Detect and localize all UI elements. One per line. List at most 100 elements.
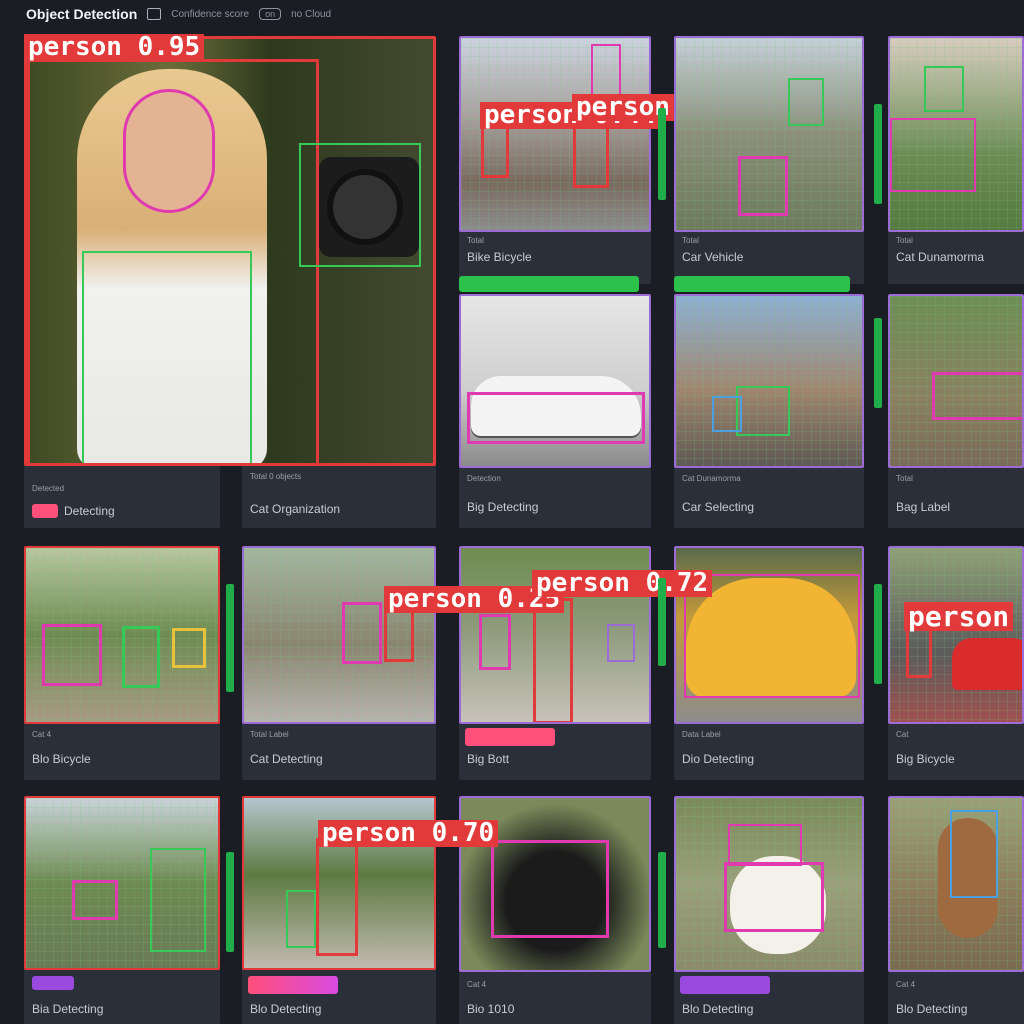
detection-card-crosswalk[interactable]: Total Label Cat Detecting xyxy=(242,546,436,780)
card-meta: Cat Dunamorma xyxy=(682,474,741,483)
card-status: Bio 1010 xyxy=(467,1002,515,1016)
card-meta: Cat xyxy=(896,730,909,739)
card-meta: Total Label xyxy=(250,730,289,739)
card-status: Big Bott xyxy=(467,752,510,766)
top-bar: Object Detection Confidence score on no … xyxy=(0,0,1024,28)
person-box xyxy=(384,608,414,662)
detection-card-puppy[interactable]: Cat 4 Blo Detecting xyxy=(888,796,1024,1024)
card-status: Big Detecting xyxy=(467,500,539,514)
label-person-070: person 0.70 xyxy=(318,819,499,848)
person-box xyxy=(481,124,509,178)
detection-card-square[interactable]: Bia Detecting xyxy=(24,796,220,1024)
status-pill xyxy=(465,728,555,746)
dog-head-box xyxy=(728,824,802,866)
person-box xyxy=(286,890,316,948)
person-box xyxy=(607,624,635,662)
plaza-image xyxy=(24,546,220,724)
toggle-badge[interactable]: on xyxy=(259,8,282,20)
person-box xyxy=(150,848,206,952)
card-status: Bag Label xyxy=(896,500,951,514)
card-meta: Detection xyxy=(467,474,501,483)
checkbox-icon[interactable] xyxy=(147,8,162,20)
card-meta: Data Label xyxy=(682,730,721,739)
detection-card-street-2[interactable]: Total Car Vehicle xyxy=(674,36,864,284)
scroll-indicator[interactable] xyxy=(658,108,666,200)
status-pill xyxy=(32,976,74,990)
card-status: Blo Bicycle xyxy=(32,752,91,766)
person-box xyxy=(533,598,573,722)
square-image xyxy=(24,796,220,970)
label-person-095: person 0.95 xyxy=(24,33,205,62)
car-box xyxy=(467,392,645,444)
card-status: Blo Detecting xyxy=(682,1002,754,1016)
card-status: Cat Dunamorma xyxy=(896,250,985,264)
person-box xyxy=(573,122,609,188)
flower-box xyxy=(890,118,976,192)
detection-card-eye[interactable]: Total Bag Label xyxy=(888,294,1024,528)
card-meta: Total xyxy=(467,236,484,245)
dog-box xyxy=(724,862,824,932)
scroll-indicator[interactable] xyxy=(226,584,234,692)
scroll-indicator[interactable] xyxy=(658,578,666,666)
scroll-indicator[interactable] xyxy=(874,318,882,408)
card-meta: Cat 4 xyxy=(896,980,916,989)
street-image xyxy=(459,36,651,232)
scroll-indicator[interactable] xyxy=(874,104,882,204)
street-image xyxy=(674,36,864,232)
detection-card-street-3[interactable]: Total Cat Dunamorma xyxy=(888,36,1024,284)
card-meta: Cat 4 xyxy=(467,980,487,989)
cloud-option[interactable]: no Cloud xyxy=(291,9,331,20)
card-meta: Total xyxy=(896,236,913,245)
card-meta: Total xyxy=(896,474,913,483)
person-box xyxy=(72,880,118,920)
crosswalk-image xyxy=(242,546,436,724)
detection-card-street-1[interactable]: Total Bike Bicycle xyxy=(459,36,651,284)
woman-image[interactable] xyxy=(24,36,436,466)
status-pill xyxy=(680,976,770,994)
person-box xyxy=(479,614,511,670)
status-pill xyxy=(248,976,338,994)
card-status: Blo Detecting xyxy=(896,1002,968,1016)
car-box xyxy=(712,396,742,432)
scroll-indicator[interactable] xyxy=(226,852,234,952)
detection-card-plaza[interactable]: Cat 4 Blo Bicycle xyxy=(24,546,220,780)
card-meta: Total 0 objects xyxy=(250,472,302,481)
card-status: Cat Detecting xyxy=(250,752,323,766)
label-person: person xyxy=(904,602,1014,631)
window-box xyxy=(924,66,964,112)
sign-box xyxy=(788,78,824,126)
dog-box xyxy=(950,810,998,898)
person-box xyxy=(316,838,358,956)
person-box xyxy=(342,602,382,664)
card-status: Detecting xyxy=(32,504,115,518)
card-status: Bia Detecting xyxy=(32,1002,104,1016)
street-image xyxy=(888,36,1024,232)
progress-bar xyxy=(674,276,850,292)
eye-image xyxy=(888,294,1024,468)
couple-box xyxy=(738,156,788,216)
card-meta: Cat 4 xyxy=(32,730,52,739)
scroll-indicator[interactable] xyxy=(874,584,882,684)
confidence-option[interactable]: Confidence score xyxy=(171,9,249,20)
card-status: Big Bicycle xyxy=(896,752,955,766)
traffic-image xyxy=(674,294,864,468)
detection-card-redcar[interactable]: Cat Big Bicycle xyxy=(888,546,1024,780)
car-image xyxy=(459,294,651,468)
card-status: Cat Organization xyxy=(250,502,341,516)
puppy-image xyxy=(888,796,1024,972)
person-box xyxy=(122,626,160,688)
card-meta: Total xyxy=(682,236,699,245)
scroll-indicator[interactable] xyxy=(658,852,666,948)
detection-card-car[interactable]: Detection Big Detecting xyxy=(459,294,651,528)
detection-card-traffic[interactable]: Cat Dunamorma Car Selecting xyxy=(674,294,864,528)
redcar-image xyxy=(888,546,1024,724)
card-status: Blo Detecting xyxy=(250,1002,322,1016)
body-box xyxy=(82,251,252,463)
object-box xyxy=(172,628,206,668)
progress-bar xyxy=(459,276,639,292)
card-meta: Detected xyxy=(32,484,65,493)
card-status: Bike Bicycle xyxy=(467,250,532,264)
status-pill xyxy=(32,504,58,518)
detection-card-dog[interactable]: Blo Detecting xyxy=(674,796,864,1024)
label-person-072: person 0.72 xyxy=(532,569,713,598)
